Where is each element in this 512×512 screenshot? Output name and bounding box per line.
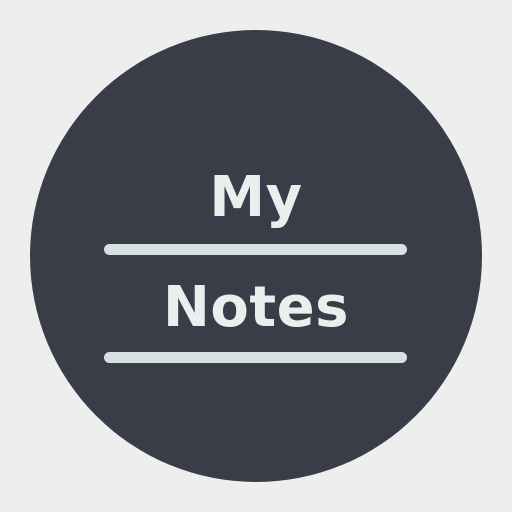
icon-canvas: My Notes (0, 0, 512, 512)
logo-word-my: My (209, 165, 303, 230)
logo-top-rule (104, 244, 407, 255)
logo-word-notes: Notes (163, 275, 349, 340)
logo-bottom-rule (104, 352, 407, 363)
my-notes-logo-badge (30, 30, 482, 482)
